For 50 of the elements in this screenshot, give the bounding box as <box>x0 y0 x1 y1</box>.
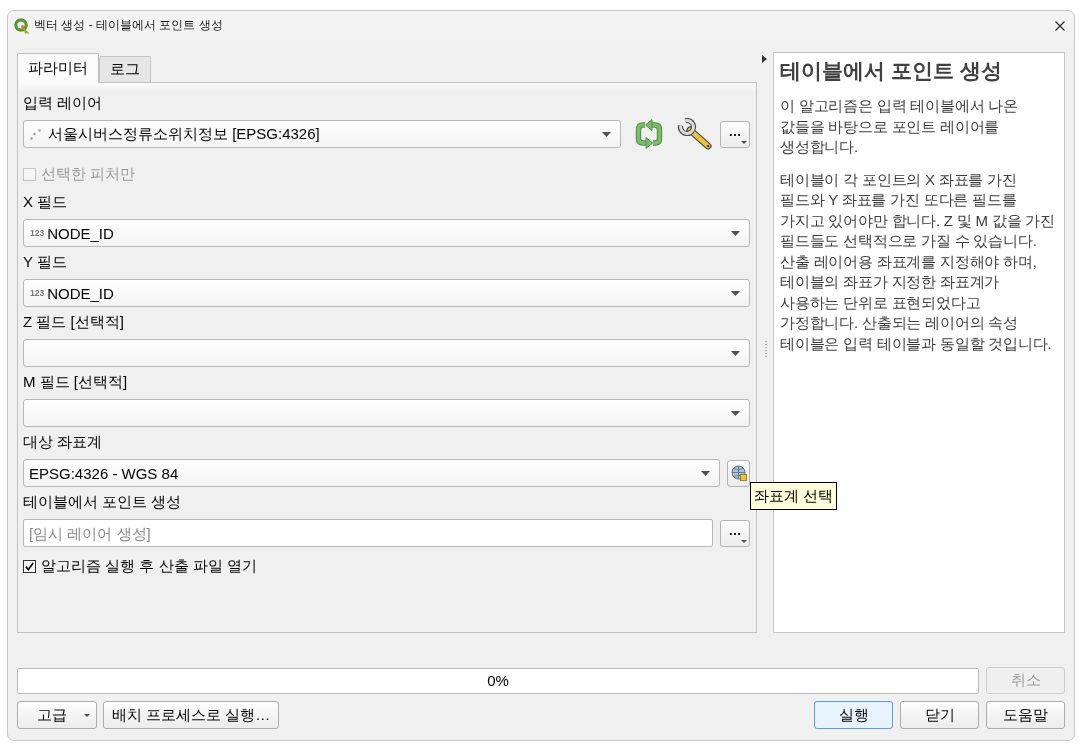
dropdown-arrow-icon <box>731 230 740 236</box>
dropdown-arrow-icon <box>741 539 747 543</box>
help-paragraph: 테이블이 각 포인트의 X 좌표를 가진 필드와 Y 좌표를 가진 또다른 필드를 가지고 있어야만 합니다. Z 및 M 값을 가진 필드들도 선택적으로 가질 수 있습니다. 산출 레이어용 좌표계를 지정해야 하며, 테이블의 좌표가 지정한 좌표계가 사용하는 단위로 표현되었다고 가정합니다. 산출되는 레이어의 속성 테이블은 입력 테이블과 동일할 것입니다. <box>780 169 1056 354</box>
advanced-button[interactable]: 고급 <box>17 701 97 729</box>
field-label: X 필드 <box>23 192 68 212</box>
field-dropdown[interactable]: 123 NODE_ID <box>23 219 750 247</box>
run-button[interactable]: 실행 <box>814 701 893 729</box>
more-options-button[interactable]: … <box>720 519 750 547</box>
close-icon[interactable] <box>1055 20 1065 31</box>
progress-text: 0% <box>487 672 509 689</box>
field-dropdown[interactable] <box>23 339 750 367</box>
field-dropdown[interactable] <box>23 399 750 427</box>
layer-dropdown[interactable]: 서울시버스정류소위치정보 [EPSG:4326] <box>23 120 621 148</box>
field-label: 입력 레이어 <box>23 93 103 113</box>
more-options-button[interactable]: … <box>720 120 750 148</box>
crs-select-button[interactable] <box>727 459 750 487</box>
field-type-label: 123 <box>30 228 45 238</box>
dropdown-arrow-icon <box>84 713 90 717</box>
close-dialog-button[interactable]: 닫기 <box>900 701 979 729</box>
dropdown-arrow-icon <box>741 140 747 144</box>
dropdown-arrow-icon <box>731 290 740 296</box>
help-button[interactable]: 도움말 <box>986 701 1065 729</box>
field-type-label: 123 <box>30 288 45 298</box>
window-title: 벡터 생성 - 테이블에서 포인트 생성 <box>34 17 223 34</box>
batch-process-button[interactable]: 배치 프로세스로 실행… <box>103 701 280 729</box>
checkbox[interactable] <box>23 559 36 573</box>
field-dropdown[interactable]: 123 NODE_ID <box>23 279 750 307</box>
collapse-arrow-icon[interactable] <box>762 55 767 63</box>
output-field[interactable]: [임시 레이어 생성] <box>23 519 713 547</box>
app-logo-icon <box>14 17 30 34</box>
field-label: M 필드 [선택적] <box>23 372 128 392</box>
checkbox-label[interactable]: 알고리즘 실행 후 산출 파일 열기 <box>41 556 257 576</box>
tooltip: 좌표계 선택 <box>750 482 838 510</box>
globe-icon <box>730 465 747 481</box>
refresh-icon[interactable] <box>633 119 665 149</box>
dropdown-arrow-icon <box>602 131 611 137</box>
tab[interactable]: 로그 <box>99 56 151 82</box>
dropdown-arrow-icon <box>731 350 740 356</box>
tab[interactable]: 파라미터 <box>17 53 99 83</box>
point-layer-icon <box>30 128 41 140</box>
dropdown-arrow-icon <box>701 470 710 476</box>
field-label: 대상 좌표계 <box>23 432 103 452</box>
field-label: 테이블에서 포인트 생성 <box>23 492 182 512</box>
help-title: 테이블에서 포인트 생성 <box>780 58 1003 84</box>
field-label: Z 필드 [선택적] <box>23 312 124 332</box>
dropdown-arrow-icon <box>731 410 740 416</box>
field-label: Y 필드 <box>23 252 67 272</box>
help-paragraph: 이 알고리즘은 입력 테이블에서 나온 값들을 바탕으로 포인트 레이어를 생성합니다. <box>780 96 1019 157</box>
wrench-icon[interactable] <box>677 118 713 150</box>
crs-dropdown[interactable]: EPSG:4326 - WGS 84 <box>23 459 720 487</box>
